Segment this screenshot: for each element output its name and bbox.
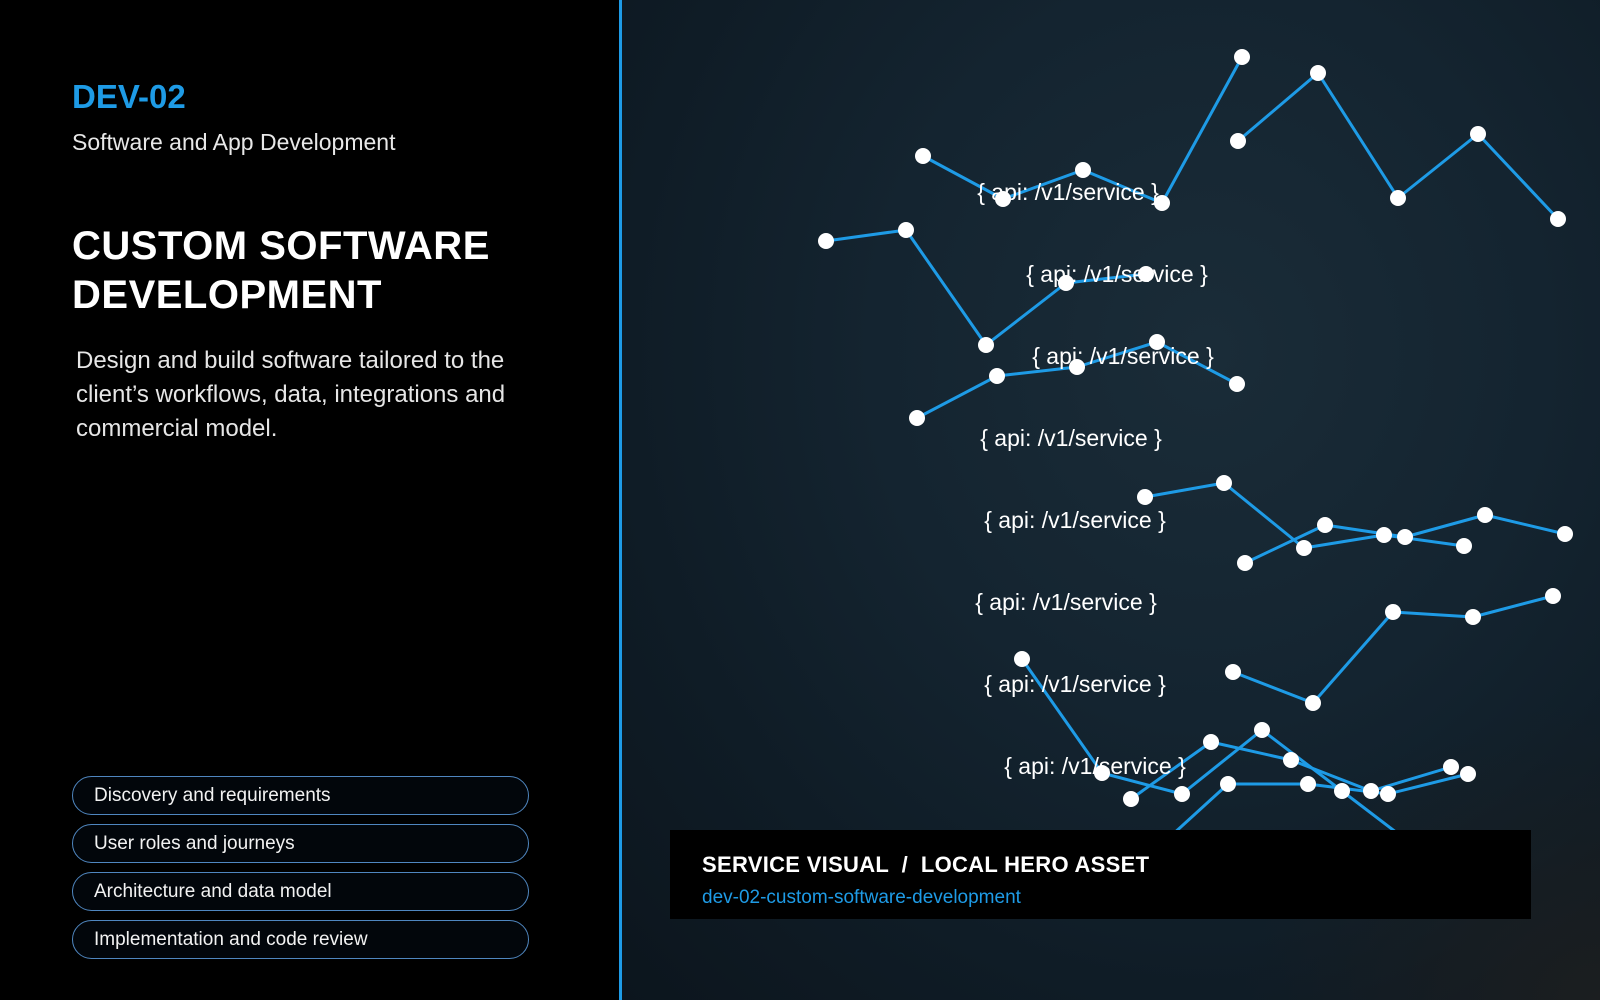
network-node <box>1470 126 1486 142</box>
network-node <box>1069 359 1085 375</box>
network-node <box>1557 526 1573 542</box>
network-node <box>1149 334 1165 350</box>
network-node <box>1283 752 1299 768</box>
network-node <box>1058 275 1074 291</box>
network-node <box>1203 734 1219 750</box>
api-endpoint-label: { api: /v1/service } <box>984 671 1166 697</box>
network-node <box>915 148 931 164</box>
network-node <box>1234 49 1250 65</box>
network-link <box>1144 481 1465 550</box>
network-node <box>1310 65 1326 81</box>
network-node <box>1545 588 1561 604</box>
caption-slug: dev-02-custom-software-development <box>702 887 1021 908</box>
network-node <box>1296 540 1312 556</box>
network-node <box>1477 507 1493 523</box>
network-node <box>978 337 994 353</box>
network-node <box>1385 604 1401 620</box>
network-node <box>1305 695 1321 711</box>
network-node <box>1380 786 1396 802</box>
network-node <box>1300 776 1316 792</box>
service-slide: DEV-02 Software and App Development CUST… <box>0 0 1600 1000</box>
api-endpoint-label: { api: /v1/service } <box>984 507 1166 533</box>
network-node <box>1075 162 1091 178</box>
api-endpoint-label: { api: /v1/service } <box>1026 261 1208 287</box>
network-node <box>1138 266 1154 282</box>
network-node <box>1334 783 1350 799</box>
network-node <box>1465 609 1481 625</box>
visual-caption: SERVICE VISUAL / LOCAL HERO ASSET dev-02… <box>670 830 1531 919</box>
network-node <box>909 410 925 426</box>
network-node <box>1137 489 1153 505</box>
network-node <box>1237 555 1253 571</box>
api-endpoint-label: { api: /v1/service } <box>980 425 1162 451</box>
network-node <box>1390 190 1406 206</box>
network-node <box>1230 133 1246 149</box>
network-node <box>995 191 1011 207</box>
network-node <box>1014 651 1030 667</box>
api-endpoint-label: { api: /v1/service } <box>1032 343 1214 369</box>
network-node <box>1363 783 1379 799</box>
network-node <box>1456 538 1472 554</box>
network-node <box>1317 517 1333 533</box>
network-node <box>818 233 834 249</box>
network-node <box>1397 529 1413 545</box>
network-node <box>1094 765 1110 781</box>
network-node <box>1123 791 1139 807</box>
network-node <box>1254 722 1270 738</box>
network-node <box>1225 664 1241 680</box>
network-node <box>989 368 1005 384</box>
network-node <box>1174 786 1190 802</box>
network-node <box>1460 766 1476 782</box>
network-node <box>1229 376 1245 392</box>
network-node <box>1443 759 1459 775</box>
network-node <box>1154 195 1170 211</box>
network-node <box>1550 211 1566 227</box>
network-node <box>1376 527 1392 543</box>
api-endpoint-label: { api: /v1/service } <box>975 589 1157 615</box>
network-node <box>1220 776 1236 792</box>
network-node <box>898 222 914 238</box>
network-node <box>1216 475 1232 491</box>
network-link <box>825 228 1147 347</box>
caption-title: SERVICE VISUAL / LOCAL HERO ASSET <box>702 852 1150 877</box>
